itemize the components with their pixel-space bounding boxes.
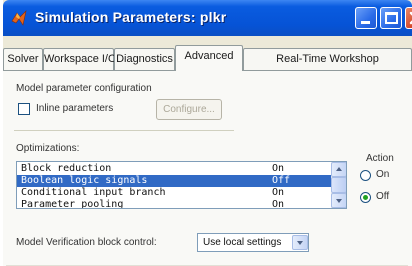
group-divider (14, 130, 234, 131)
tab-strip: Solver Workspace I/O Diagnostics Advance… (3, 45, 412, 71)
model-verification-label: Model Verification block control: (16, 237, 157, 248)
optimization-value: On (272, 199, 285, 209)
close-icon (409, 11, 412, 25)
list-item[interactable]: Boolean logic signals Off (17, 175, 331, 187)
tab-diagnostics[interactable]: Diagnostics (114, 48, 175, 70)
optimization-name: Boolean logic signals (21, 175, 148, 186)
minimize-icon (361, 21, 370, 24)
scroll-down-button[interactable] (331, 193, 346, 208)
optimization-name: Conditional input branch (21, 187, 166, 198)
configure-button: Configure... (156, 99, 222, 120)
inline-parameters-checkbox[interactable] (18, 103, 30, 115)
select-value: Use local settings (203, 237, 282, 248)
tab-advanced[interactable]: Advanced (175, 45, 243, 71)
minimize-button[interactable] (355, 7, 377, 29)
maximize-icon (385, 12, 398, 24)
optimization-name: Block reduction (21, 163, 112, 174)
scroll-up-button[interactable] (331, 162, 346, 177)
tab-workspace-io[interactable]: Workspace I/O (43, 48, 117, 70)
list-scrollbar[interactable] (331, 162, 346, 208)
chevron-up-icon (336, 167, 342, 171)
tab-real-time-workshop[interactable]: Real-Time Workshop (243, 48, 412, 70)
window-title: Simulation Parameters: plkr (35, 9, 227, 25)
optimization-value: On (272, 187, 285, 198)
title-bar[interactable]: Simulation Parameters: plkr (3, 0, 412, 36)
optimization-value: On (272, 163, 285, 174)
optimization-name: Parameter pooling (21, 199, 124, 209)
model-verification-select[interactable]: Use local settings (197, 233, 309, 252)
action-on-radio[interactable] (360, 170, 371, 181)
simulation-parameters-dialog: Simulation Parameters: plkr Solver Works… (3, 0, 412, 266)
list-item[interactable]: Parameter pooling On (17, 199, 331, 209)
inline-parameters-label[interactable]: Inline parameters (36, 103, 113, 114)
action-off-radio[interactable] (360, 192, 371, 203)
radio-selected-dot (363, 195, 368, 200)
dropdown-button[interactable] (292, 235, 308, 250)
action-on-label[interactable]: On (376, 169, 389, 180)
model-param-config-label: Model parameter configuration (16, 83, 152, 94)
maximize-button[interactable] (380, 7, 402, 29)
chevron-down-icon (297, 241, 303, 245)
chevron-down-icon (336, 199, 342, 203)
tab-solver[interactable]: Solver (3, 48, 43, 70)
advanced-panel: Model parameter configuration Inline par… (3, 70, 412, 266)
action-off-label[interactable]: Off (376, 191, 389, 202)
optimization-value: Off (272, 175, 291, 186)
matlab-icon (11, 10, 27, 26)
optimizations-label: Optimizations: (16, 143, 80, 154)
optimizations-list[interactable]: Block reduction On Boolean logic signals… (16, 161, 347, 209)
scroll-thumb[interactable] (331, 177, 346, 193)
list-item[interactable]: Block reduction On (17, 163, 331, 175)
action-label: Action (366, 153, 394, 164)
close-button[interactable] (405, 7, 412, 29)
list-item[interactable]: Conditional input branch On (17, 187, 331, 199)
